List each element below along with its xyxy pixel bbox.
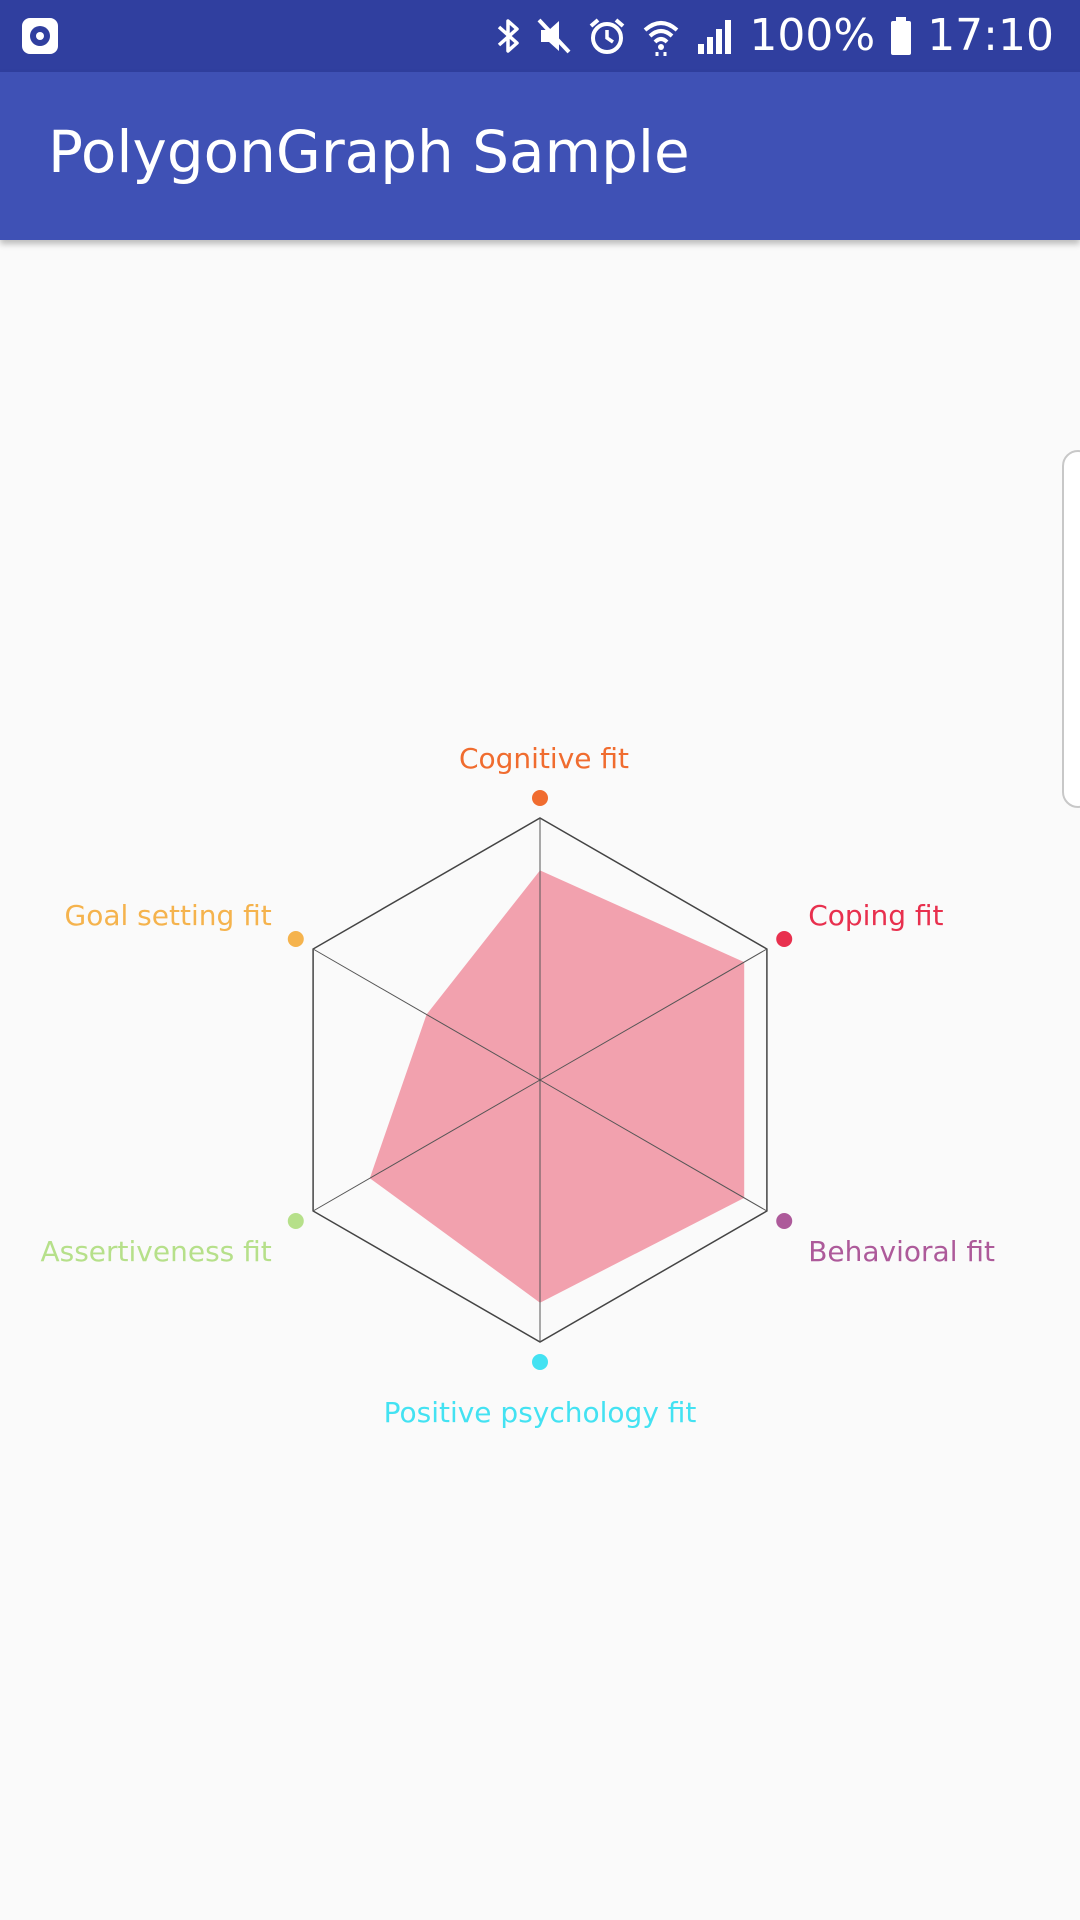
axis-label: Goal setting fit [65, 899, 272, 932]
value-polygon [369, 870, 745, 1303]
polygon-graph: Cognitive fit Coping fit Behavioral fit Pos… [40, 742, 995, 1429]
axis-label: Behavioral fit [808, 1235, 995, 1268]
axis-dot [532, 790, 548, 806]
axis-label: Positive psychology fit [384, 1396, 697, 1429]
axis-dot [287, 1213, 304, 1229]
axis-label: Assertiveness fit [40, 1235, 271, 1268]
axis-label: Cognitive fit [459, 742, 629, 775]
axis-label: Coping fit [808, 899, 943, 932]
axis-dot [287, 931, 304, 947]
axis-dot [776, 1213, 793, 1229]
axis-dot [532, 1354, 548, 1370]
axis-dot [776, 931, 793, 947]
